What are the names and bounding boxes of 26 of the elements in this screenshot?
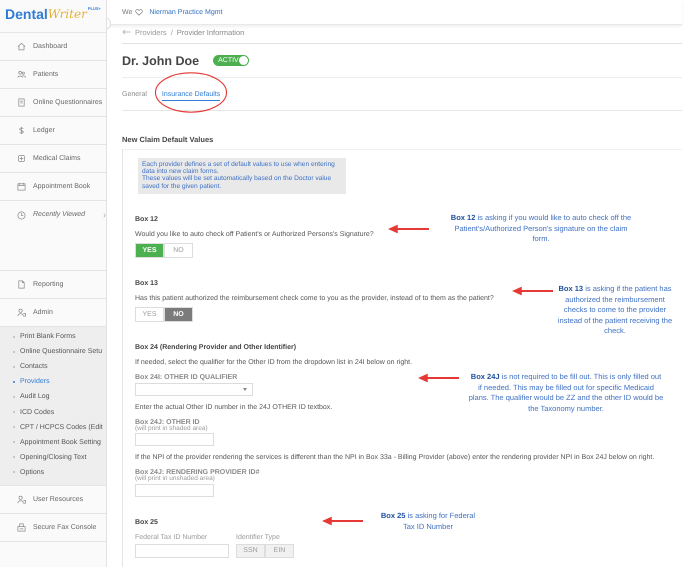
- dollar-icon: [17, 126, 26, 135]
- logo-script: Writer: [48, 6, 87, 22]
- chevron-right-icon: [103, 213, 106, 218]
- house-icon: [17, 42, 26, 51]
- form-icon: [17, 98, 26, 107]
- document-icon: [17, 280, 26, 289]
- pointer-arrow: [388, 224, 429, 234]
- logo-brand: Dental: [5, 6, 48, 22]
- input-field[interactable]: [135, 484, 214, 497]
- back-arrow-icon[interactable]: [122, 29, 131, 35]
- people-icon: [17, 70, 26, 79]
- input-field[interactable]: [135, 544, 229, 558]
- clock-icon: [17, 211, 26, 220]
- person-icon: [17, 308, 26, 317]
- qualifier-dropdown[interactable]: [135, 382, 253, 396]
- calendar-icon: [17, 182, 26, 191]
- pointer-arrow: [418, 373, 459, 383]
- plus-circle-icon: [17, 154, 26, 163]
- pointer-arrow: [322, 516, 363, 526]
- input-field[interactable]: [135, 433, 214, 446]
- caret-icon: [243, 388, 247, 391]
- heart-icon: [135, 8, 144, 16]
- pointer-arrow: [512, 286, 553, 296]
- provider-name: Dr. John Doe: [122, 54, 200, 68]
- fax-icon: [17, 522, 26, 532]
- person-icon: [17, 494, 26, 504]
